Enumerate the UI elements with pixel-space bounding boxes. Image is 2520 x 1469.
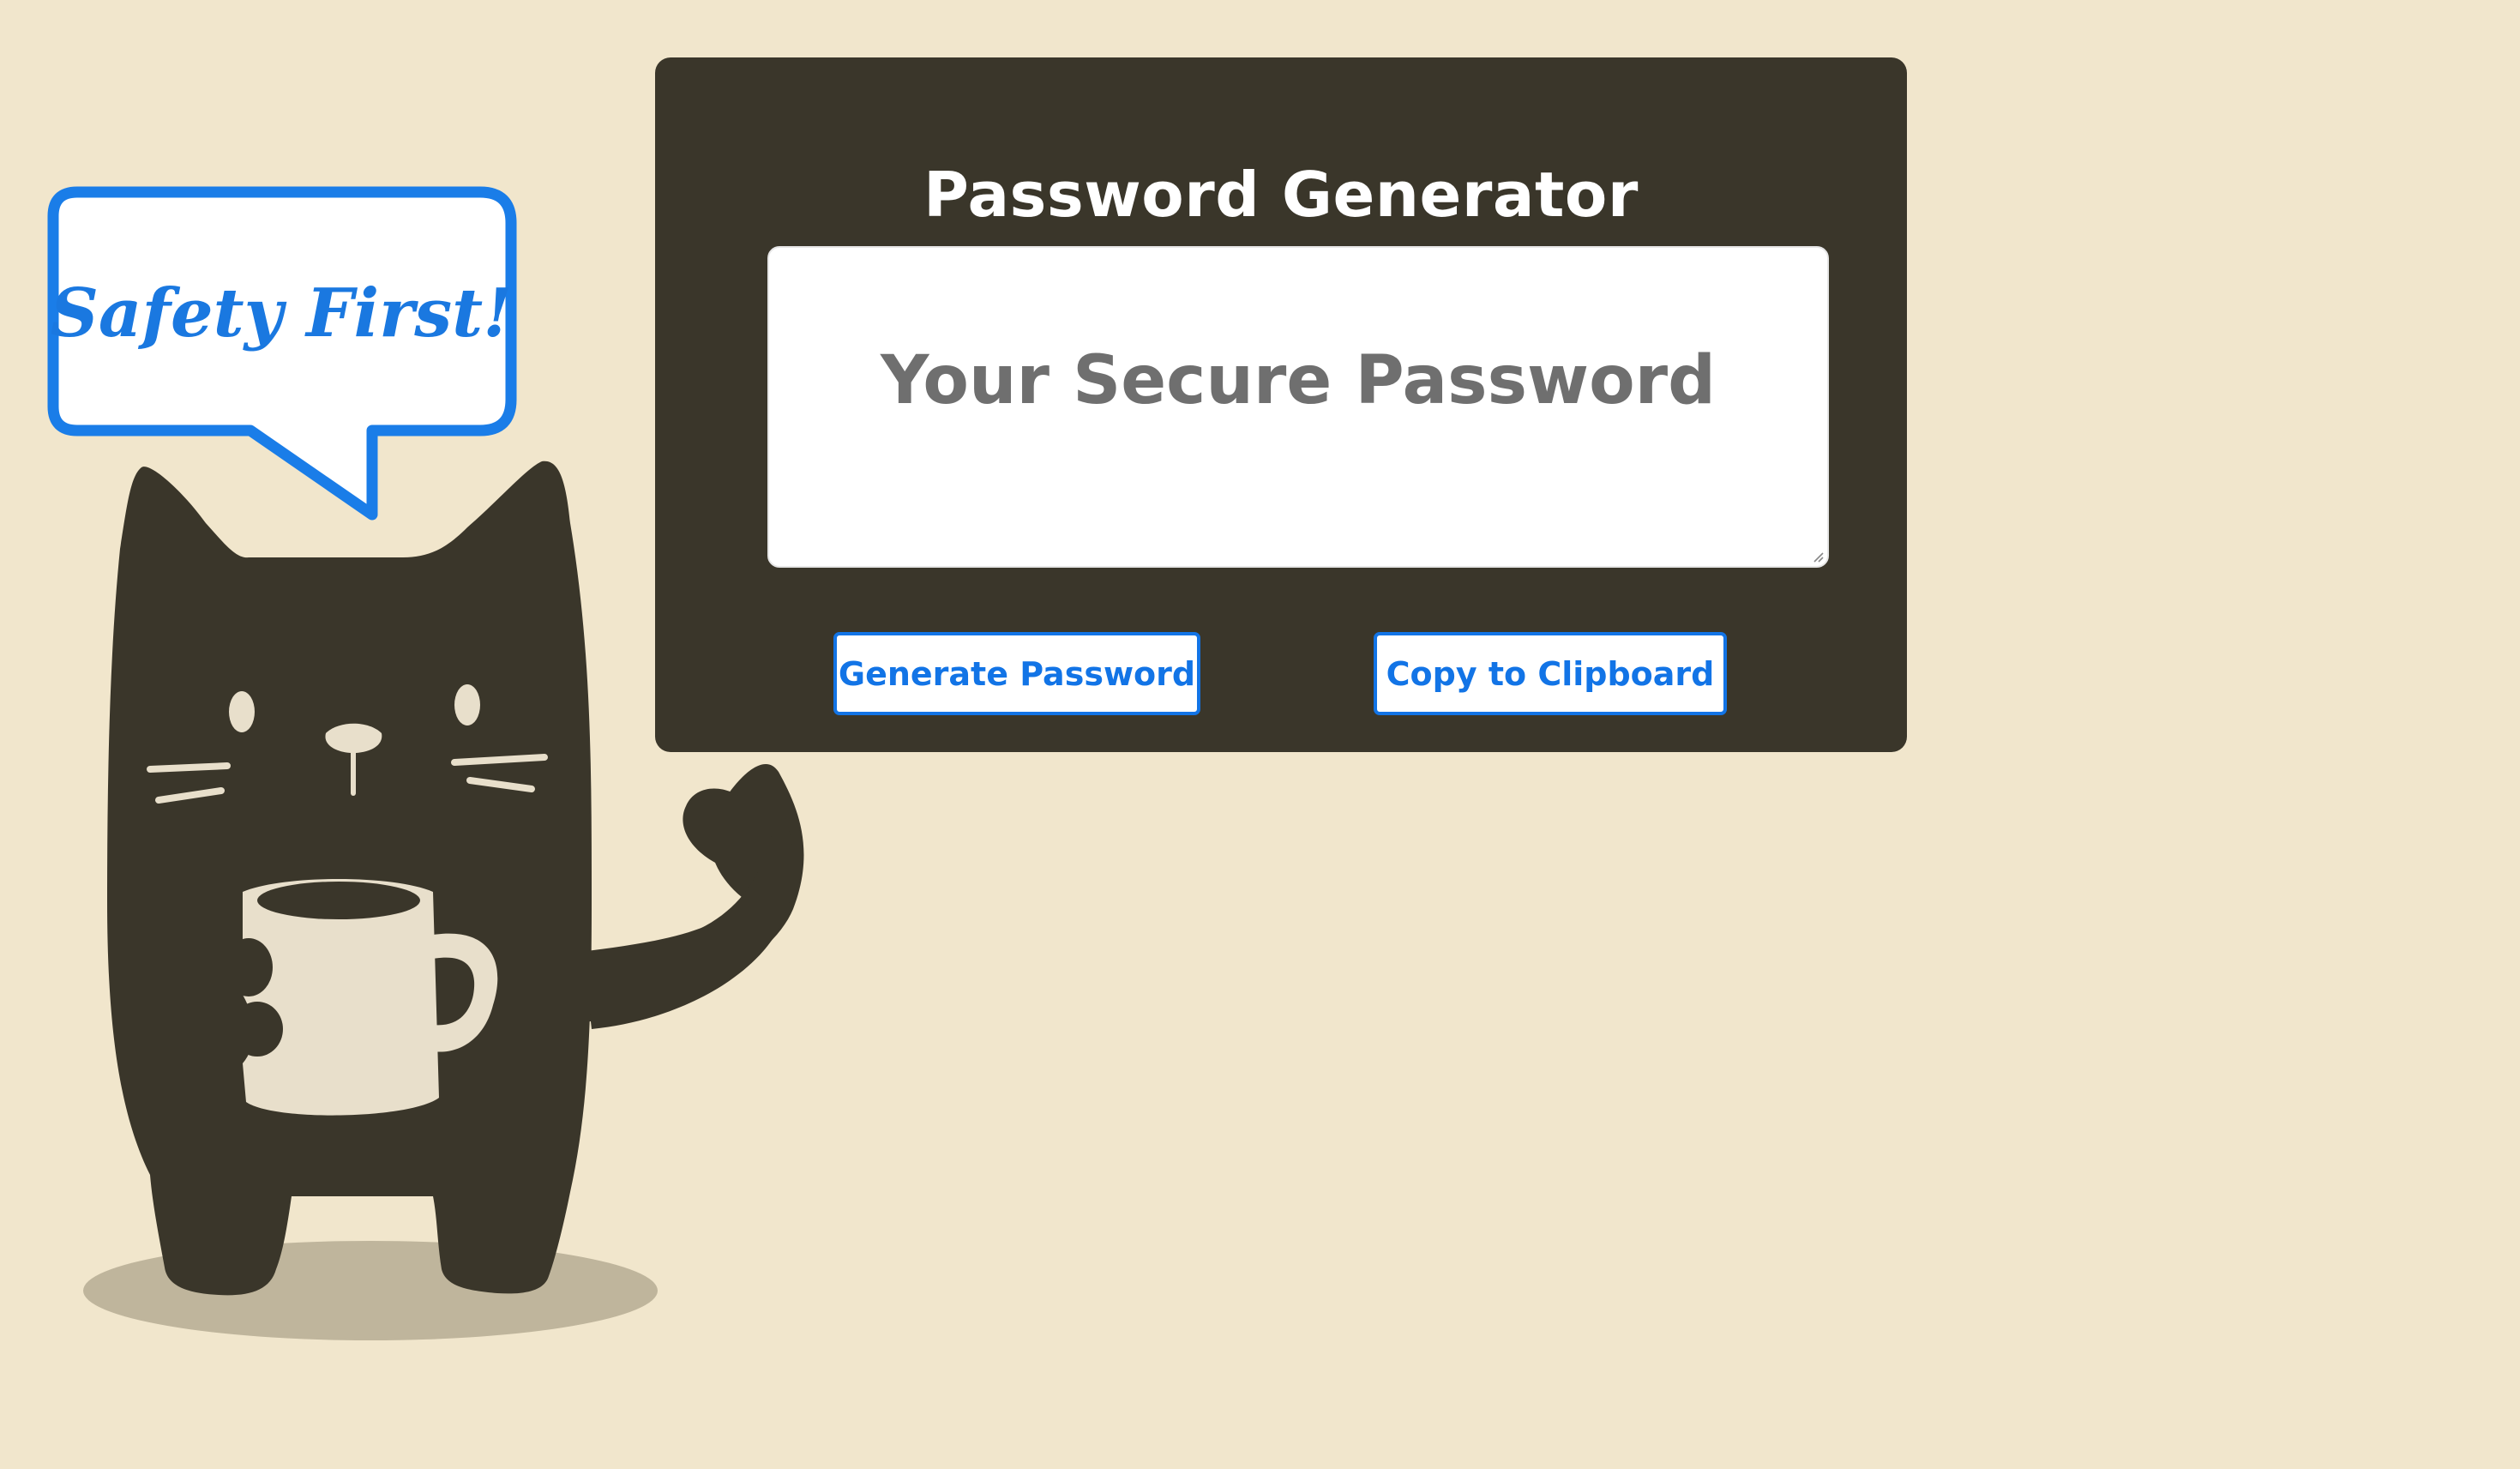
password-output-box — [767, 246, 1829, 568]
password-output-field[interactable] — [769, 248, 1827, 566]
page-title: Password Generator — [923, 159, 1639, 231]
speech-bubble: Safety First! — [47, 186, 517, 521]
password-generator-card: Password Generator Generate Password Cop… — [655, 57, 1907, 752]
cat-left-eye — [229, 691, 255, 732]
resize-grip-icon[interactable] — [1810, 549, 1824, 563]
cat-right-eye — [454, 684, 480, 725]
speech-bubble-text: Safety First! — [51, 274, 513, 352]
cat-body — [107, 461, 592, 1296]
generate-password-button[interactable]: Generate Password — [833, 632, 1200, 715]
copy-to-clipboard-button[interactable]: Copy to Clipboard — [1374, 632, 1727, 715]
